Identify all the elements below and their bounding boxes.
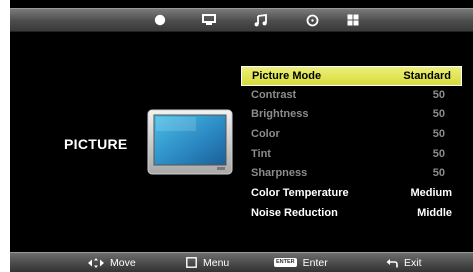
menu-item-label: Noise Reduction (251, 206, 338, 219)
hint-exit-label: Exit (404, 256, 422, 269)
menu-item-picture-mode[interactable]: Picture Mode Standard (241, 66, 462, 86)
menu-item-label: Color Temperature (251, 187, 349, 200)
menu-item-noise-reduction[interactable]: Noise Reduction Middle (241, 204, 462, 224)
menu-item-color[interactable]: Color 50 (241, 125, 462, 145)
hint-exit: Exit (386, 253, 422, 272)
hint-move-label: Move (110, 256, 136, 269)
menu-item-tint[interactable]: Tint 50 (241, 145, 462, 165)
menu-item-brightness[interactable]: Brightness 50 (241, 105, 462, 125)
menu-item-label: Contrast (251, 88, 297, 101)
tab-picture[interactable] (147, 9, 173, 31)
menu-item-value: 50 (432, 167, 445, 180)
screen-icon (202, 14, 216, 25)
hint-move: Move (88, 253, 136, 272)
menu-item-value: Middle (417, 206, 452, 219)
tv-picture-icon (147, 109, 233, 175)
bottom-hint-bar: Move Menu ENTER Enter Exit (10, 252, 473, 272)
menu-key-icon (186, 257, 197, 268)
top-tab-bar (10, 8, 473, 32)
tab-setup[interactable] (340, 9, 366, 31)
music-note-icon (254, 13, 267, 26)
setup-grid-icon (347, 14, 359, 26)
menu-item-label: Brightness (251, 108, 309, 121)
hint-enter: ENTER Enter (274, 253, 328, 272)
hint-enter-label: Enter (302, 256, 328, 269)
menu-item-color-temperature[interactable]: Color Temperature Medium (241, 184, 462, 204)
menu-item-contrast[interactable]: Contrast 50 (241, 86, 462, 106)
menu-item-value: 50 (432, 88, 445, 101)
picture-icon (154, 14, 166, 26)
return-arrow-icon (386, 258, 398, 268)
tab-time[interactable] (299, 9, 325, 31)
section-title: PICTURE (64, 136, 128, 152)
menu-item-label: Color (251, 128, 280, 141)
menu-item-label: Sharpness (251, 167, 308, 180)
menu-item-label: Picture Mode (252, 70, 322, 82)
enter-key-icon: ENTER (274, 258, 297, 267)
clock-icon (306, 14, 318, 26)
picture-settings-menu: Picture Mode Standard Contrast 50 Bright… (241, 66, 462, 224)
menu-item-value: Standard (403, 70, 451, 82)
hint-menu-label: Menu (203, 256, 230, 269)
menu-item-label: Tint (251, 147, 271, 160)
arrows-icon (88, 257, 104, 268)
menu-item-value: Medium (410, 187, 452, 200)
menu-item-sharpness[interactable]: Sharpness 50 (241, 164, 462, 184)
tab-screen[interactable] (196, 9, 222, 31)
enter-key-label: ENTER (274, 258, 297, 267)
menu-item-value: 50 (432, 147, 445, 160)
tv-osd-screen: PICTURE Picture Mode Standard Contrast 5… (10, 0, 473, 272)
tab-sound[interactable] (248, 9, 274, 31)
menu-item-value: 50 (432, 128, 445, 141)
hint-menu: Menu (186, 253, 229, 272)
menu-item-value: 50 (432, 108, 445, 121)
